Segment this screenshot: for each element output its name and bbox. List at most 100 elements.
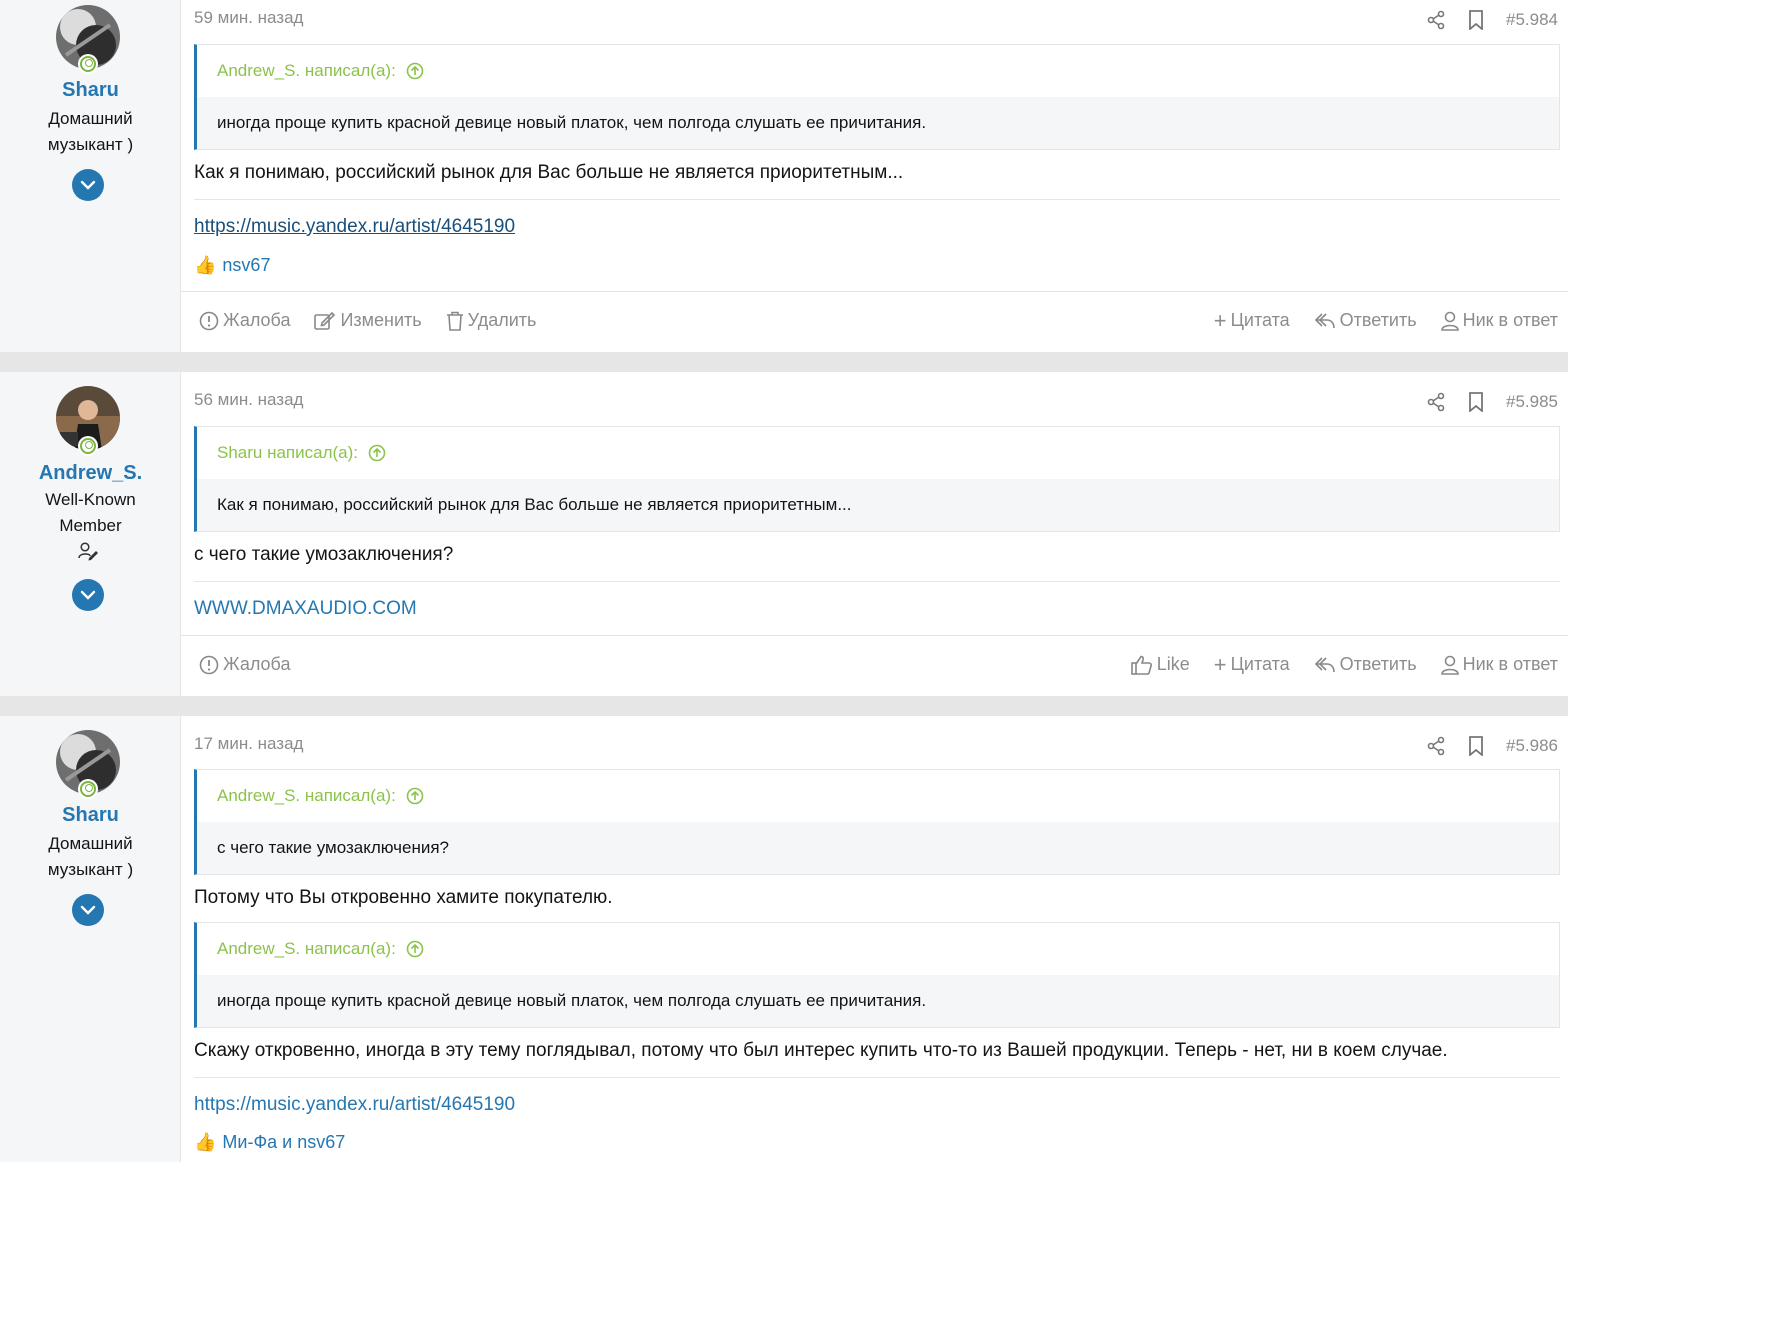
arrow-up-circle-icon[interactable]: [406, 940, 424, 958]
alert-circle-icon: [199, 655, 219, 674]
arrow-up-circle-icon[interactable]: [368, 444, 386, 462]
like-label: Like: [1156, 654, 1190, 674]
bookmark-icon[interactable]: [1468, 10, 1484, 30]
thumbs-up-icon: 👍: [194, 1132, 217, 1152]
reply-button[interactable]: Ответить: [1314, 310, 1417, 331]
plus-icon: +: [1213, 651, 1227, 677]
share-icon[interactable]: [1426, 10, 1446, 30]
report-button[interactable]: Жалоба: [199, 310, 290, 331]
quote-text: иногда проще купить красной девице новый…: [197, 97, 1559, 149]
username[interactable]: Sharu: [0, 804, 181, 827]
post-time[interactable]: 17 мин. назад: [194, 734, 303, 754]
signature-link[interactable]: https://music.yandex.ru/artist/4645190: [194, 216, 515, 238]
reply-label: Ответить: [1339, 310, 1417, 330]
quote-block: Andrew_S. написал(а): иногда проще купит…: [194, 922, 1560, 1028]
bookmark-icon[interactable]: [1468, 392, 1484, 412]
plus-icon: +: [1213, 307, 1227, 333]
quote-header[interactable]: Sharu написал(а):: [197, 427, 1559, 479]
user-icon: [1440, 655, 1459, 675]
user-title: Домашний музыкант ): [47, 834, 134, 879]
thumbs-up-outline-icon: [1130, 655, 1152, 675]
alert-circle-icon: [199, 311, 219, 330]
post-number[interactable]: #5.984: [1506, 10, 1558, 30]
report-label: Жалоба: [223, 654, 291, 674]
reply-label: Ответить: [1339, 654, 1417, 674]
quote-label: Цитата: [1230, 310, 1290, 330]
footer-divider: [181, 291, 1568, 292]
username[interactable]: Sharu: [0, 79, 181, 102]
quote-text: с чего такие умозаключения?: [197, 822, 1559, 874]
mention-button[interactable]: Ник в ответ: [1440, 654, 1558, 675]
signature-divider: [194, 199, 1560, 200]
reply-icon: [1314, 312, 1335, 328]
quote-header[interactable]: Andrew_S. написал(а):: [197, 923, 1559, 975]
expand-user-info-button[interactable]: [72, 579, 104, 611]
post-text: Как я понимаю, российский рынок для Вас …: [194, 162, 904, 183]
chevron-down-icon: [80, 905, 96, 915]
post-main: 59 мин. назад #5.984 Andrew_S. написал(а…: [181, 0, 1568, 352]
expand-user-info-button[interactable]: [72, 894, 104, 926]
post-actions: Жалоба Изменить Удалить + Цитата Ответит…: [199, 307, 1558, 333]
reactions-bar[interactable]: 👍 nsv67: [194, 255, 270, 276]
username[interactable]: Andrew_S.: [0, 462, 181, 485]
post-number[interactable]: #5.986: [1506, 736, 1558, 756]
reply-button[interactable]: Ответить: [1314, 654, 1417, 675]
thumbs-up-icon: 👍: [194, 255, 217, 275]
like-button[interactable]: Like: [1130, 654, 1190, 675]
edit-button[interactable]: Изменить: [314, 310, 422, 331]
post-header-icons: #5.985: [1426, 392, 1558, 412]
post-text: Скажу откровенно, иногда в эту тему погл…: [194, 1040, 1448, 1061]
arrow-up-circle-icon[interactable]: [406, 787, 424, 805]
quote-button[interactable]: + Цитата: [1213, 651, 1290, 677]
signature-link[interactable]: https://music.yandex.ru/artist/4645190: [194, 1094, 515, 1116]
arrow-up-circle-icon[interactable]: [406, 62, 424, 80]
delete-label: Удалить: [467, 310, 537, 330]
post-5985: Andrew_S. Well-Known Member 56 мин. наза…: [0, 372, 1568, 696]
user-icon: [1440, 311, 1459, 331]
user-title-line2: Member: [59, 516, 122, 535]
share-icon[interactable]: [1426, 392, 1446, 412]
reactions-users[interactable]: nsv67: [222, 255, 270, 276]
report-button[interactable]: Жалоба: [199, 654, 290, 675]
online-status-icon: [78, 436, 98, 456]
reactions-users[interactable]: Ми-Фа и nsv67: [222, 1132, 345, 1153]
user-title: Домашний музыкант ): [47, 109, 134, 154]
quote-author: Sharu написал(а):: [217, 443, 359, 462]
post-gap: [0, 696, 1568, 716]
quote-author: Andrew_S. написал(а):: [217, 939, 396, 958]
chevron-down-icon: [80, 180, 96, 190]
chevron-down-icon: [80, 590, 96, 600]
quote-text: Как я понимаю, российский рынок для Вас …: [197, 479, 1559, 531]
quote-button[interactable]: + Цитата: [1213, 307, 1290, 333]
share-icon[interactable]: [1426, 736, 1446, 756]
staff-badge-icon: [78, 542, 100, 562]
quote-text: иногда проще купить красной девице новый…: [197, 975, 1559, 1027]
online-status-icon: [78, 779, 98, 799]
quote-header[interactable]: Andrew_S. написал(а):: [197, 45, 1559, 97]
quote-header[interactable]: Andrew_S. написал(а):: [197, 770, 1559, 822]
quote-block: Andrew_S. написал(а): с чего такие умоза…: [194, 769, 1560, 875]
mention-label: Ник в ответ: [1462, 654, 1558, 674]
trash-icon: [446, 311, 463, 331]
signature-divider: [194, 1077, 1560, 1078]
quote-label: Цитата: [1230, 654, 1290, 674]
online-status-icon: [78, 54, 98, 74]
reactions-bar[interactable]: 👍 Ми-Фа и nsv67: [194, 1132, 345, 1153]
post-main: 56 мин. назад #5.985 Sharu написал(а): К…: [181, 372, 1568, 696]
post-5984: Sharu Домашний музыкант ) 59 мин. назад …: [0, 0, 1568, 352]
user-title-line1: Well-Known: [45, 490, 136, 509]
post-5986: Sharu Домашний музыкант ) 17 мин. назад …: [0, 716, 1568, 1162]
post-main: 17 мин. назад #5.986 Andrew_S. написал(а…: [181, 716, 1568, 1162]
user-cell: Andrew_S. Well-Known Member: [0, 372, 181, 696]
delete-button[interactable]: Удалить: [446, 310, 537, 331]
bookmark-icon[interactable]: [1468, 736, 1484, 756]
post-time[interactable]: 56 мин. назад: [194, 390, 303, 410]
expand-user-info-button[interactable]: [72, 169, 104, 201]
post-time[interactable]: 59 мин. назад: [194, 8, 303, 28]
quote-block: Sharu написал(а): Как я понимаю, российс…: [194, 426, 1560, 532]
post-number[interactable]: #5.985: [1506, 392, 1558, 412]
quote-block: Andrew_S. написал(а): иногда проще купит…: [194, 44, 1560, 150]
footer-divider: [181, 635, 1568, 636]
signature-link[interactable]: WWW.DMAXAUDIO.COM: [194, 598, 417, 620]
mention-button[interactable]: Ник в ответ: [1440, 310, 1558, 331]
